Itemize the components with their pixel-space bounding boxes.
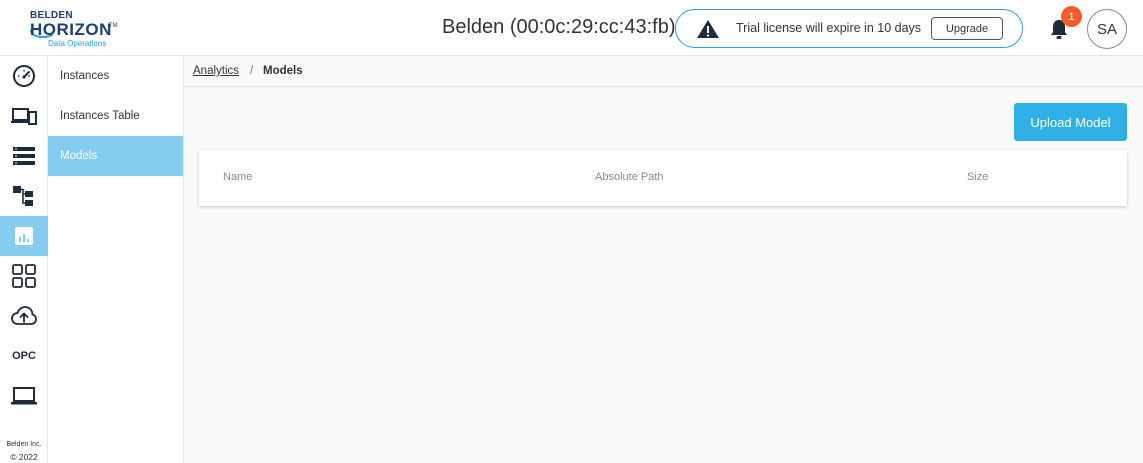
submenu-item-models[interactable]: Models <box>48 136 183 176</box>
warning-icon <box>697 20 719 38</box>
logo-subtitle: Data Operations <box>48 39 107 48</box>
license-expiry-text: Trial license will expire in 10 days <box>736 21 922 35</box>
logo-brand-main: HORIZON <box>30 20 112 39</box>
breadcrumb: Analytics / Models <box>184 56 1143 87</box>
models-table: Name Absolute Path Size <box>199 150 1127 206</box>
cloud-upload-icon <box>11 306 37 325</box>
upload-model-button[interactable]: Upload Model <box>1014 103 1127 141</box>
laptop-icon <box>11 387 37 405</box>
rail-item-opc[interactable]: OPC <box>0 336 48 376</box>
device-title: Belden (00:0c:29:cc:43:fb) <box>442 16 676 38</box>
rail-item-laptop[interactable] <box>0 376 48 416</box>
icon-sidebar: OPC Belden Inc. © 2022 <box>0 56 48 463</box>
breadcrumb-analytics-link[interactable]: Analytics <box>193 65 239 77</box>
footer-year: © 2022 <box>10 452 38 462</box>
rail-item-dashboard[interactable] <box>0 56 48 96</box>
footer-company: Belden Inc. <box>6 441 42 448</box>
dashboard-gauge-icon <box>13 65 35 87</box>
rail-item-servers[interactable] <box>0 136 48 176</box>
rail-item-hierarchy[interactable] <box>0 176 48 216</box>
top-header: BELDEN HORIZON TM Data Operations Belden… <box>0 0 1143 56</box>
logo-trademark: TM <box>109 23 118 29</box>
devices-icon <box>11 108 37 125</box>
opc-icon: OPC <box>12 350 36 362</box>
column-header-name[interactable]: Name <box>223 171 252 183</box>
user-avatar[interactable]: SA <box>1087 9 1127 49</box>
analytics-chart-icon <box>15 227 33 245</box>
rail-item-devices[interactable] <box>0 96 48 136</box>
analytics-submenu: Instances Instances Table Models <box>48 56 184 463</box>
belden-horizon-logo[interactable]: BELDEN HORIZON TM Data Operations <box>30 10 120 48</box>
column-header-absolute-path[interactable]: Absolute Path <box>595 171 664 183</box>
submenu-item-instances-table[interactable]: Instances Table <box>48 96 183 136</box>
breadcrumb-separator: / <box>250 65 254 77</box>
apps-grid-icon <box>12 264 36 288</box>
notification-count-badge: 1 <box>1061 6 1082 27</box>
breadcrumb-current: Models <box>263 65 303 77</box>
hierarchy-icon <box>13 186 33 206</box>
upgrade-button[interactable]: Upgrade <box>931 17 1003 40</box>
rail-item-apps[interactable] <box>0 256 48 296</box>
submenu-item-instances[interactable]: Instances <box>48 56 183 96</box>
rail-item-analytics[interactable] <box>0 216 48 256</box>
column-header-size[interactable]: Size <box>967 171 988 183</box>
rail-item-cloud-upload[interactable] <box>0 296 48 336</box>
server-list-icon <box>13 147 35 165</box>
license-banner: Trial license will expire in 10 days Upg… <box>675 9 1023 48</box>
copyright-footer: Belden Inc. © 2022 <box>0 439 48 463</box>
